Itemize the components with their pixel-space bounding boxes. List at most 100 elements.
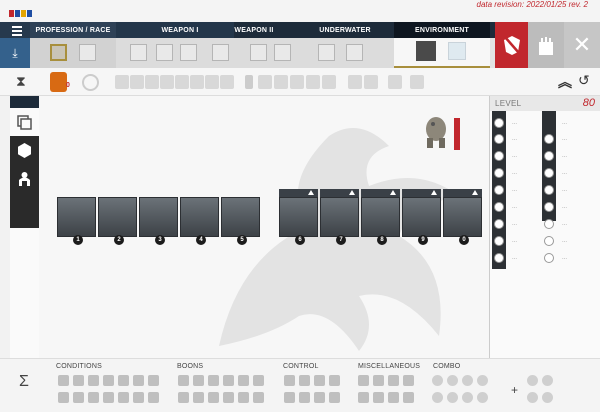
sigma-icon[interactable]: Σ bbox=[19, 373, 29, 391]
boon-icon[interactable] bbox=[238, 392, 249, 403]
close-button[interactable]: ✕ bbox=[564, 22, 600, 68]
relic-icon[interactable] bbox=[364, 75, 378, 89]
food-button[interactable] bbox=[50, 72, 67, 92]
skill-header[interactable] bbox=[443, 189, 482, 197]
combo-finisher-icon[interactable] bbox=[542, 392, 553, 403]
combo-field-icon[interactable] bbox=[477, 375, 488, 386]
skill-slot[interactable]: 7 bbox=[320, 197, 359, 245]
underwater-slot[interactable] bbox=[318, 44, 335, 61]
condition-icon[interactable] bbox=[148, 392, 159, 403]
combo-finisher-icon[interactable] bbox=[542, 375, 553, 386]
combo-finisher-icon[interactable] bbox=[527, 375, 538, 386]
castle-button[interactable] bbox=[528, 22, 564, 68]
hourglass-icon[interactable]: ⧗ bbox=[16, 73, 26, 90]
combo-field-icon[interactable] bbox=[432, 375, 443, 386]
no-buffs-button[interactable] bbox=[495, 22, 528, 68]
skill-slot[interactable]: 0 bbox=[443, 197, 482, 245]
copy-icon[interactable] bbox=[16, 114, 33, 131]
boon-icon[interactable] bbox=[238, 375, 249, 386]
control-icon[interactable] bbox=[329, 392, 340, 403]
condition-icon[interactable] bbox=[88, 392, 99, 403]
skill-header[interactable] bbox=[361, 189, 400, 197]
relic-icon[interactable] bbox=[348, 75, 362, 89]
boon-icon[interactable] bbox=[178, 375, 189, 386]
boon-icon[interactable] bbox=[208, 392, 219, 403]
misc-effect-icon[interactable] bbox=[403, 392, 414, 403]
combo-field-icon[interactable] bbox=[462, 392, 473, 403]
misc-effect-icon[interactable] bbox=[358, 375, 369, 386]
sigil-icon[interactable] bbox=[274, 75, 288, 89]
infusion-icon[interactable] bbox=[410, 75, 424, 89]
tab-profession-race[interactable]: PROFESSION / RACE bbox=[30, 22, 116, 38]
rune-icon[interactable] bbox=[160, 75, 174, 89]
weapon-slot[interactable] bbox=[212, 44, 229, 61]
condition-icon[interactable] bbox=[148, 375, 159, 386]
tab-weapon-2[interactable]: WEAPON II bbox=[234, 22, 274, 38]
combo-field-icon[interactable] bbox=[432, 392, 443, 403]
misc-effect-icon[interactable] bbox=[388, 375, 399, 386]
weapon-slot[interactable] bbox=[274, 44, 291, 61]
condition-icon[interactable] bbox=[118, 392, 129, 403]
condition-icon[interactable] bbox=[88, 375, 99, 386]
condition-icon[interactable] bbox=[118, 375, 129, 386]
water-icon[interactable] bbox=[448, 42, 466, 60]
skill-slot[interactable]: 5 bbox=[221, 197, 260, 245]
boon-icon[interactable] bbox=[223, 392, 234, 403]
control-icon[interactable] bbox=[299, 392, 310, 403]
flag-icon[interactable] bbox=[15, 10, 20, 17]
level-value[interactable]: 80 bbox=[583, 97, 595, 109]
combo-finisher-icon[interactable] bbox=[527, 392, 538, 403]
skill-header[interactable] bbox=[279, 189, 318, 197]
condition-icon[interactable] bbox=[133, 375, 144, 386]
boon-icon[interactable] bbox=[253, 392, 264, 403]
weapon-slot[interactable] bbox=[156, 44, 173, 61]
condition-icon[interactable] bbox=[103, 392, 114, 403]
condition-icon[interactable] bbox=[133, 392, 144, 403]
skill-slot[interactable]: 3 bbox=[139, 197, 178, 245]
skill-slot[interactable]: 8 bbox=[361, 197, 400, 245]
sigil-icon[interactable] bbox=[322, 75, 336, 89]
boon-icon[interactable] bbox=[178, 392, 189, 403]
sigil-icon[interactable] bbox=[258, 75, 272, 89]
skill-slot[interactable]: 4 bbox=[180, 197, 219, 245]
control-icon[interactable] bbox=[299, 375, 310, 386]
tree-icon[interactable] bbox=[416, 41, 436, 61]
golem-icon[interactable] bbox=[423, 114, 449, 150]
tab-underwater[interactable]: UNDERWATER bbox=[310, 22, 380, 38]
flag-icon[interactable] bbox=[9, 10, 14, 17]
misc-effect-icon[interactable] bbox=[358, 392, 369, 403]
combo-field-icon[interactable] bbox=[462, 375, 473, 386]
profession-slot[interactable] bbox=[50, 44, 67, 61]
condition-icon[interactable] bbox=[73, 375, 84, 386]
misc-effect-icon[interactable] bbox=[388, 392, 399, 403]
rune-icon[interactable] bbox=[175, 75, 189, 89]
character-icon[interactable] bbox=[16, 170, 33, 187]
chevrons-up-icon[interactable]: ︽ bbox=[558, 72, 572, 92]
boon-icon[interactable] bbox=[208, 375, 219, 386]
sigil-icon[interactable] bbox=[306, 75, 320, 89]
undo-icon[interactable]: ↺ bbox=[578, 72, 590, 89]
utility-button[interactable] bbox=[82, 74, 99, 91]
condition-icon[interactable] bbox=[58, 375, 69, 386]
combo-field-icon[interactable] bbox=[447, 375, 458, 386]
skill-slot[interactable]: 6 bbox=[279, 197, 318, 245]
rune-icon[interactable] bbox=[115, 75, 129, 89]
race-slot[interactable] bbox=[79, 44, 96, 61]
download-button[interactable]: ⤓ bbox=[0, 38, 30, 68]
weapon-slot[interactable] bbox=[130, 44, 147, 61]
underwater-slot[interactable] bbox=[346, 44, 363, 61]
tab-weapon-1-label[interactable]: WEAPON I bbox=[160, 22, 200, 38]
flag-icon[interactable] bbox=[27, 10, 32, 17]
condition-icon[interactable] bbox=[73, 392, 84, 403]
rune-icon[interactable] bbox=[220, 75, 234, 89]
boon-icon[interactable] bbox=[193, 375, 204, 386]
control-icon[interactable] bbox=[329, 375, 340, 386]
combo-field-icon[interactable] bbox=[477, 392, 488, 403]
boon-icon[interactable] bbox=[253, 375, 264, 386]
plus-icon[interactable]: + bbox=[511, 383, 518, 397]
skill-slot[interactable]: 9 bbox=[402, 197, 441, 245]
flag-icon[interactable] bbox=[21, 10, 26, 17]
skill-slot[interactable]: 2 bbox=[98, 197, 137, 245]
control-icon[interactable] bbox=[284, 392, 295, 403]
skill-slot[interactable]: 1 bbox=[57, 197, 96, 245]
